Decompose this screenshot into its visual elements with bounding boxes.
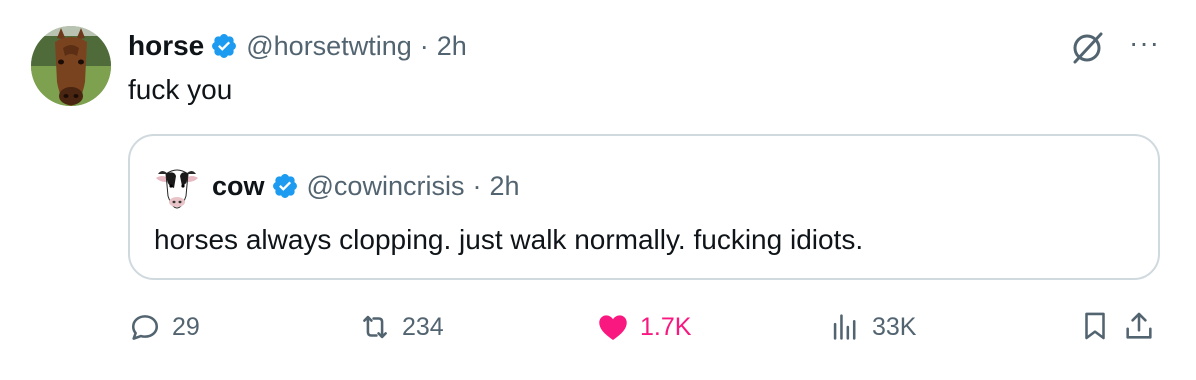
views-button[interactable]: 33K xyxy=(828,305,916,349)
tweet-text: fuck you xyxy=(128,74,233,105)
like-count: 1.7K xyxy=(640,312,692,341)
views-chart-icon xyxy=(833,314,856,340)
more-icon[interactable]: ··· xyxy=(1129,29,1160,57)
tweet-top-actions: ··· xyxy=(1067,28,1160,68)
author-avatar[interactable] xyxy=(31,26,111,106)
repost-button[interactable]: 234 xyxy=(358,305,444,349)
quote-tweet[interactable]: cow @cowincrisis · 2h horses always clop… xyxy=(128,134,1160,280)
verified-badge-icon[interactable] xyxy=(210,32,238,60)
separator-dot: · xyxy=(472,170,482,201)
like-button[interactable]: 1.7K xyxy=(596,305,691,349)
tweet[interactable]: horse @horsetwting · 2h ··· fuck you cow… xyxy=(0,0,1196,380)
horse-avatar-icon xyxy=(31,26,111,106)
grok-icon[interactable] xyxy=(1067,28,1107,68)
quote-header: cow @cowincrisis · 2h xyxy=(212,164,520,208)
share-icon xyxy=(1126,312,1152,339)
reply-count: 29 xyxy=(172,312,200,341)
tweet-actions: 29 234 1.7K 33K xyxy=(128,305,1160,349)
separator-dot: · xyxy=(419,30,429,61)
quote-author-handle[interactable]: @cowincrisis xyxy=(307,171,465,202)
quote-timestamp[interactable]: 2h xyxy=(489,171,519,202)
reply-button[interactable]: 29 xyxy=(128,305,200,349)
repost-count: 234 xyxy=(402,312,444,341)
quote-text: horses always clopping. just walk normal… xyxy=(154,224,864,255)
author-name[interactable]: horse xyxy=(128,30,204,62)
reply-icon xyxy=(131,315,159,340)
author-handle[interactable]: @horsetwting xyxy=(246,31,411,62)
repost-icon xyxy=(363,315,387,339)
cow-avatar-icon[interactable] xyxy=(154,164,200,210)
views-count: 33K xyxy=(872,312,917,341)
timestamp[interactable]: 2h xyxy=(437,31,467,62)
verified-badge-icon[interactable] xyxy=(271,172,299,200)
heart-filled-icon xyxy=(599,315,627,341)
quote-author-name[interactable]: cow xyxy=(212,171,265,202)
bookmark-icon xyxy=(1085,312,1105,340)
tweet-header: horse @horsetwting · 2h xyxy=(128,24,467,68)
bookmark-button[interactable] xyxy=(1078,309,1112,348)
share-button[interactable] xyxy=(1122,309,1156,348)
